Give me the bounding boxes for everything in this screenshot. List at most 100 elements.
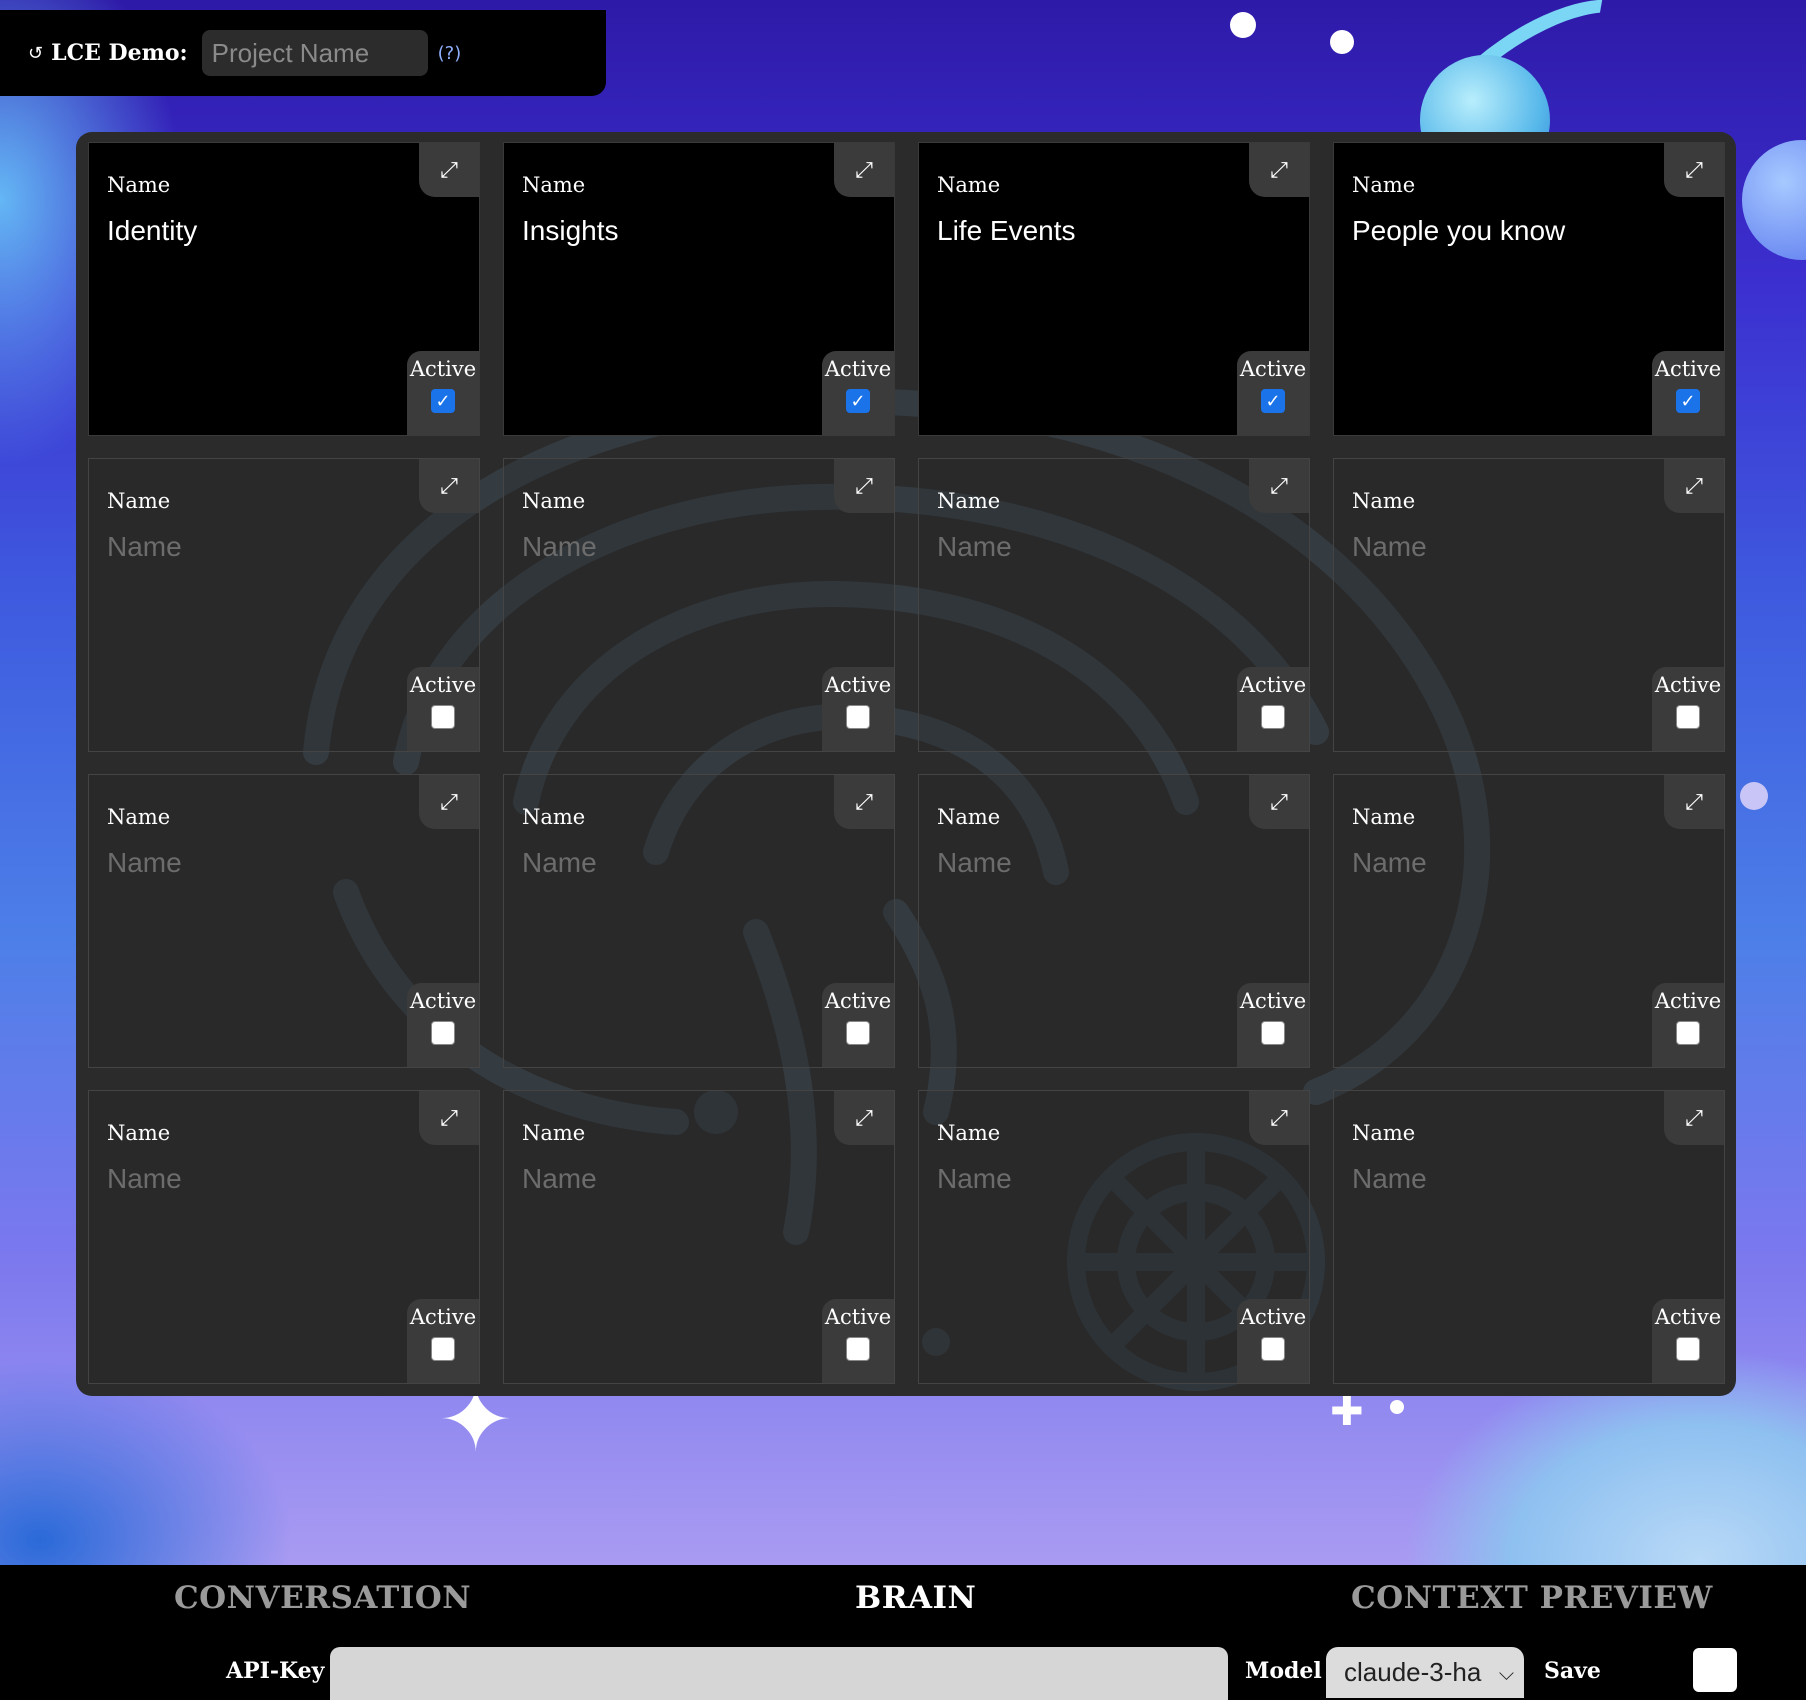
card-name-input[interactable] <box>514 841 850 885</box>
active-toggle: Active <box>822 983 894 1067</box>
active-checkbox[interactable]: ✓ <box>846 389 870 413</box>
memory-card: Name ⤢ Active ✓ <box>88 142 480 436</box>
active-checkbox[interactable] <box>431 705 455 729</box>
model-select[interactable]: claude-3-ha ⌵ <box>1326 1647 1524 1698</box>
expand-icon[interactable]: ⤢ <box>834 459 894 513</box>
tab-context-preview[interactable]: CONTEXT PREVIEW <box>1351 1580 1713 1616</box>
expand-icon[interactable]: ⤢ <box>834 775 894 829</box>
memory-card: Name ⤢ Active <box>88 458 480 752</box>
expand-icon[interactable]: ⤢ <box>1249 143 1309 197</box>
memory-card: Name ⤢ Active <box>503 1090 895 1384</box>
card-name-input[interactable] <box>514 209 850 253</box>
card-name-input[interactable] <box>514 1157 850 1201</box>
active-label: Active <box>409 357 477 381</box>
active-toggle: Active ✓ <box>822 351 894 435</box>
active-checkbox[interactable] <box>1676 705 1700 729</box>
card-name-input[interactable] <box>1344 525 1680 569</box>
memory-card: Name ⤢ Active <box>918 1090 1310 1384</box>
expand-icon[interactable]: ⤢ <box>834 1091 894 1145</box>
expand-icon[interactable]: ⤢ <box>419 1091 479 1145</box>
active-toggle: Active ✓ <box>1652 351 1724 435</box>
expand-icon[interactable]: ⤢ <box>419 459 479 513</box>
card-name-label: Name <box>937 805 1001 829</box>
active-checkbox[interactable]: ✓ <box>1261 389 1285 413</box>
memory-card: Name ⤢ Active <box>503 458 895 752</box>
help-link[interactable]: (?) <box>438 43 462 64</box>
model-select-value: claude-3-ha <box>1344 1657 1482 1687</box>
star-dot <box>1330 30 1354 54</box>
card-name-input[interactable] <box>1344 209 1680 253</box>
active-label: Active <box>824 673 892 697</box>
top-bar: ↺ LCE Demo: (?) <box>0 10 606 96</box>
active-checkbox[interactable] <box>1261 1021 1285 1045</box>
active-label: Active <box>1239 1305 1307 1329</box>
expand-icon[interactable]: ⤢ <box>1249 459 1309 513</box>
reload-icon[interactable]: ↺ <box>28 43 43 64</box>
card-name-input[interactable] <box>99 1157 435 1201</box>
active-checkbox[interactable]: ✓ <box>431 389 455 413</box>
card-name-input[interactable] <box>929 209 1265 253</box>
card-name-input[interactable] <box>929 841 1265 885</box>
tab-brain[interactable]: BRAIN <box>855 1580 976 1616</box>
card-name-input[interactable] <box>1344 841 1680 885</box>
save-label: Save <box>1544 1658 1601 1684</box>
card-name-label: Name <box>522 1121 586 1145</box>
active-label: Active <box>409 989 477 1013</box>
active-checkbox[interactable]: ✓ <box>1676 389 1700 413</box>
active-toggle: Active <box>822 1299 894 1383</box>
active-checkbox[interactable] <box>431 1337 455 1361</box>
expand-icon[interactable]: ⤢ <box>419 143 479 197</box>
expand-icon[interactable]: ⤢ <box>1664 775 1724 829</box>
card-name-input[interactable] <box>99 209 435 253</box>
card-name-input[interactable] <box>929 525 1265 569</box>
memory-card: Name ⤢ Active <box>918 774 1310 1068</box>
card-name-input[interactable] <box>929 1157 1265 1201</box>
expand-icon[interactable]: ⤢ <box>1249 1091 1309 1145</box>
star-dot <box>1740 782 1768 810</box>
active-label: Active <box>409 673 477 697</box>
active-checkbox[interactable] <box>846 1021 870 1045</box>
active-checkbox[interactable] <box>1676 1337 1700 1361</box>
project-name-input[interactable] <box>201 30 428 76</box>
card-name-label: Name <box>522 805 586 829</box>
star-dot <box>1230 12 1256 38</box>
checkmark-icon: ✓ <box>435 390 451 412</box>
card-name-label: Name <box>107 173 171 197</box>
card-name-input[interactable] <box>99 525 435 569</box>
expand-icon[interactable]: ⤢ <box>834 143 894 197</box>
card-name-label: Name <box>1352 173 1416 197</box>
expand-icon[interactable]: ⤢ <box>419 775 479 829</box>
card-name-input[interactable] <box>1344 1157 1680 1201</box>
active-toggle: Active <box>1652 667 1724 751</box>
card-name-input[interactable] <box>99 841 435 885</box>
chevron-down-icon: ⌵ <box>1498 1660 1514 1685</box>
api-key-input[interactable] <box>330 1647 1228 1700</box>
expand-icon[interactable]: ⤢ <box>1664 459 1724 513</box>
active-checkbox[interactable] <box>1261 705 1285 729</box>
active-checkbox[interactable] <box>846 705 870 729</box>
active-label: Active <box>1239 357 1307 381</box>
active-checkbox[interactable] <box>846 1337 870 1361</box>
settings-bar: API-Key Model claude-3-ha ⌵ Save <box>0 1630 1806 1700</box>
active-checkbox[interactable] <box>431 1021 455 1045</box>
card-name-label: Name <box>937 489 1001 513</box>
plus-star-icon: ✚ <box>1330 1389 1364 1435</box>
active-toggle: Active ✓ <box>1237 351 1309 435</box>
checkmark-icon: ✓ <box>1680 390 1696 412</box>
expand-icon[interactable]: ⤢ <box>1664 143 1724 197</box>
memory-card: Name ⤢ Active <box>503 774 895 1068</box>
view-tabs: CONVERSATION BRAIN CONTEXT PREVIEW <box>0 1565 1806 1630</box>
active-label: Active <box>1654 357 1722 381</box>
expand-icon[interactable]: ⤢ <box>1664 1091 1724 1145</box>
active-label: Active <box>1239 673 1307 697</box>
active-checkbox[interactable] <box>1676 1021 1700 1045</box>
api-key-label: API-Key <box>226 1658 325 1684</box>
active-checkbox[interactable] <box>1261 1337 1285 1361</box>
checkmark-icon: ✓ <box>850 390 866 412</box>
save-checkbox[interactable] <box>1693 1648 1737 1692</box>
expand-icon[interactable]: ⤢ <box>1249 775 1309 829</box>
card-name-input[interactable] <box>514 525 850 569</box>
tab-conversation[interactable]: CONVERSATION <box>174 1580 471 1616</box>
card-name-label: Name <box>1352 805 1416 829</box>
memory-card: Name ⤢ Active <box>1333 458 1725 752</box>
